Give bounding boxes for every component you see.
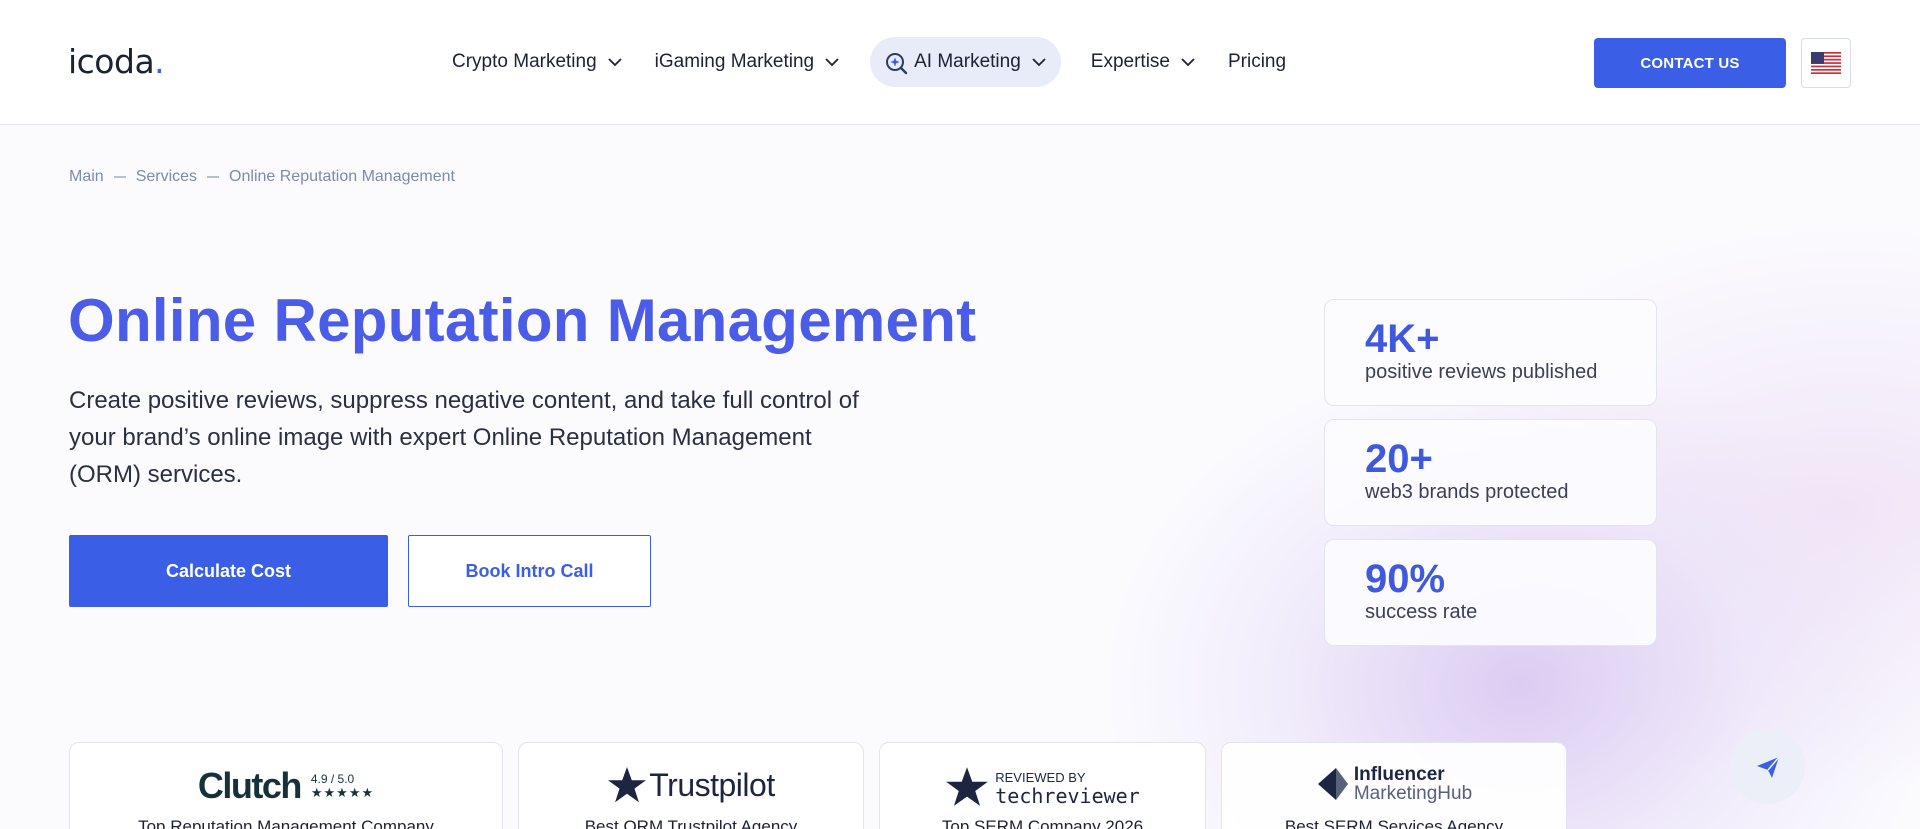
chevron-down-icon <box>608 58 622 67</box>
contact-us-button[interactable]: CONTACT US <box>1594 38 1786 88</box>
main-nav: Crypto Marketing iGaming Marketing AI Ma… <box>436 36 1302 88</box>
review-caption: Top SERM Company 2026 <box>941 817 1144 829</box>
techreviewer-logo: REVIEWED BY techreviewer <box>880 765 1205 809</box>
clutch-wordmark: Clutch <box>197 765 303 806</box>
hero-subtitle: Create positive reviews, suppress negati… <box>69 387 859 488</box>
rating-text: 4.9 / 5.0 <box>310 772 355 786</box>
nav-igaming-marketing[interactable]: iGaming Marketing <box>639 37 856 87</box>
language-switcher[interactable] <box>1801 38 1851 88</box>
chat-send-button[interactable] <box>1730 729 1805 804</box>
review-card-techreviewer[interactable]: REVIEWED BY techreviewer Top SERM Compan… <box>879 742 1206 829</box>
clutch-rating: 4.9 / 5.0 ★★★★★ <box>311 772 374 800</box>
stat-value: 90% <box>1365 557 1446 601</box>
techreviewer-star-icon <box>946 767 989 806</box>
us-flag-icon <box>1811 52 1841 74</box>
influencer-marketing-hub-logo: Influencer MarketingHub <box>1222 765 1566 803</box>
breadcrumb: Main Services Online Reputation Manageme… <box>69 168 455 186</box>
hero-section: Main Services Online Reputation Manageme… <box>0 126 1920 829</box>
chevron-down-icon <box>825 58 839 67</box>
stat-card: 20+ web3 brands protected <box>1324 419 1657 526</box>
nav-label: iGaming Marketing <box>654 51 815 72</box>
nav-pricing[interactable]: Pricing <box>1212 37 1302 87</box>
review-caption: Best SERM Services Agency <box>1284 817 1504 829</box>
calculate-cost-button[interactable]: Calculate Cost <box>69 535 388 607</box>
stat-label: web3 brands protected <box>1365 481 1569 503</box>
nav-label: Crypto Marketing <box>452 51 597 72</box>
book-intro-call-button[interactable]: Book Intro Call <box>408 535 651 607</box>
chevron-down-icon <box>1181 58 1195 67</box>
influencer-hub-icon <box>1317 768 1348 800</box>
chevron-down-icon <box>1032 58 1046 67</box>
review-card-influencer-hub[interactable]: Influencer MarketingHub Best SERM Servic… <box>1221 742 1567 829</box>
nav-expertise[interactable]: Expertise <box>1075 37 1212 87</box>
influencer-hub-text: Influencer MarketingHub <box>1354 765 1472 803</box>
stat-card: 90% success rate <box>1324 539 1657 646</box>
trustpilot-star-icon <box>608 767 647 803</box>
breadcrumb-services[interactable]: Services <box>136 168 197 186</box>
trustpilot-wordmark: Trustpilot <box>649 766 775 803</box>
stat-label: positive reviews published <box>1365 361 1598 383</box>
ai-search-sparkle-icon <box>886 53 908 75</box>
breadcrumb-separator <box>113 176 126 178</box>
rating-stars: ★★★★★ <box>310 785 375 800</box>
nav-label: Pricing <box>1227 51 1287 72</box>
site-header: icoda. Crypto Marketing iGaming Marketin… <box>0 0 1920 125</box>
techreviewer-text: REVIEWED BY techreviewer <box>995 769 1140 808</box>
review-card-trustpilot[interactable]: Trustpilot Best ORM Trustpilot Agency <box>518 742 864 829</box>
nav-label: Expertise <box>1090 51 1170 72</box>
stat-value: 20+ <box>1365 437 1433 481</box>
nav-label: AI Marketing <box>914 51 1021 72</box>
techreviewer-wordmark: techreviewer <box>995 784 1140 808</box>
review-caption: Top Reputation Management Company <box>138 817 434 829</box>
influencer-label: Influencer <box>1353 764 1445 785</box>
breadcrumb-separator <box>207 176 220 178</box>
stat-label: success rate <box>1365 601 1478 623</box>
nav-ai-marketing[interactable]: AI Marketing <box>870 37 1061 87</box>
send-icon <box>1756 755 1780 778</box>
nav-crypto-marketing[interactable]: Crypto Marketing <box>436 37 639 87</box>
marketinghub-label: MarketingHub <box>1353 783 1473 804</box>
review-caption: Best ORM Trustpilot Agency <box>584 817 798 829</box>
breadcrumb-current: Online Reputation Management <box>229 168 455 185</box>
trustpilot-logo: Trustpilot <box>519 765 863 805</box>
review-card-clutch[interactable]: Clutch 4.9 / 5.0 ★★★★★ Top Reputation Ma… <box>69 742 503 829</box>
breadcrumb-main[interactable]: Main <box>69 168 104 186</box>
stat-value: 4K+ <box>1365 317 1440 361</box>
clutch-logo: Clutch 4.9 / 5.0 ★★★★★ <box>70 765 502 807</box>
page-title: Online Reputation Management <box>68 287 977 354</box>
stat-card: 4K+ positive reviews published <box>1324 299 1657 406</box>
logo[interactable]: icoda. <box>68 42 165 81</box>
